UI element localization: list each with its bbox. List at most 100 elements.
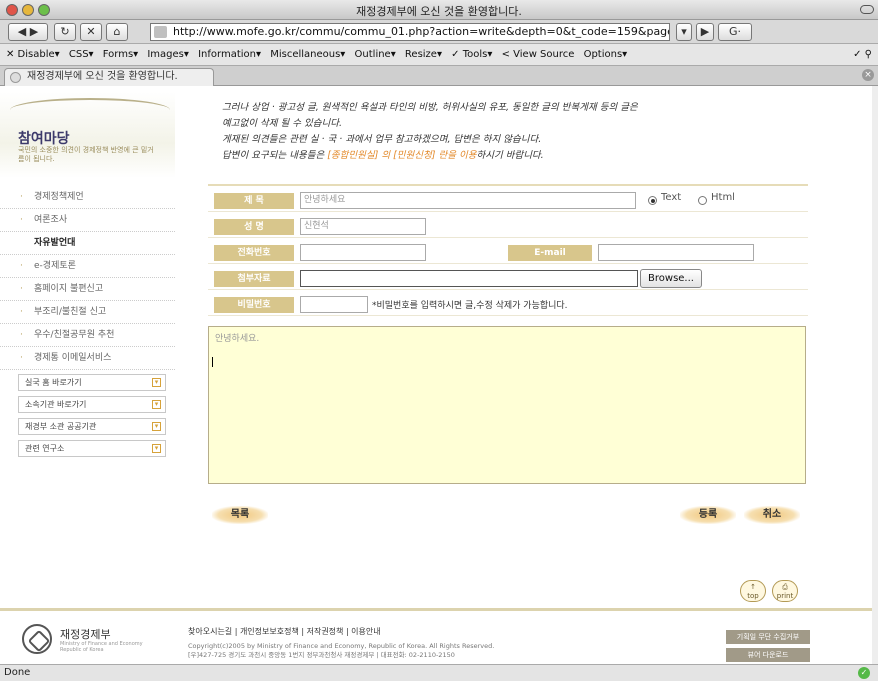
sidebar-title: 참여마당 xyxy=(18,131,70,147)
sidebar: 참여마당 국민의 소중한 의견이 경제정책 반영에 큰 밑거름이 됩니다. 경제… xyxy=(0,86,175,664)
list-button[interactable]: 목록 xyxy=(212,506,268,524)
email-input[interactable] xyxy=(598,244,754,261)
secure-check-icon: ✓ xyxy=(858,667,870,679)
address-text: http://www.mofe.go.kr/commu/commu_01.php… xyxy=(173,25,670,38)
attachment-input[interactable] xyxy=(300,270,638,287)
home-icon[interactable]: ⌂ xyxy=(106,23,128,41)
contact-row: 전화번호 E-mail xyxy=(208,242,808,264)
notice-link[interactable]: [종합민원실] 의 [민원신청] 란을 이용 xyxy=(327,150,476,161)
web-page: 참여마당 국민의 소중한 의견이 경제정책 반영에 큰 밑거름이 됩니다. 경제… xyxy=(0,86,878,664)
quick-link-research-institutes[interactable]: 관련 연구소 ▾ xyxy=(18,440,166,457)
dev-outline-menu[interactable]: Outline▾ xyxy=(355,49,396,60)
footer-org-name: 재정경제부 xyxy=(60,628,111,641)
notice-line-1: 그러나 상업 · 광고성 글, 원색적인 욕설과 타인의 비방, 허위사실의 유… xyxy=(222,102,638,113)
header-arc-decoration xyxy=(10,98,170,122)
top-button[interactable]: ↑ top xyxy=(740,580,766,602)
toolbar-toggle-button[interactable] xyxy=(860,5,874,14)
go-icon[interactable]: ▶ xyxy=(696,23,714,41)
phone-input[interactable] xyxy=(300,244,426,261)
back-forward-buttons[interactable]: ◀ ▶ xyxy=(8,23,48,41)
dev-tools-menu[interactable]: ✓ Tools▾ xyxy=(451,49,492,60)
web-developer-toolbar: ✕ Disable▾ CSS▾ Forms▾ Images▾ Informati… xyxy=(0,44,878,66)
dev-resize-menu[interactable]: Resize▾ xyxy=(405,49,442,60)
print-button[interactable]: ⎙ print xyxy=(772,580,798,602)
body-text: 안녕하세요. xyxy=(215,334,260,344)
sidebar-item-e-forum[interactable]: e-경제토론 xyxy=(0,255,175,278)
format-html-label: Html xyxy=(711,192,735,203)
footer-links[interactable]: 찾아오시는길 | 개인정보보호정책 | 저작권정책 | 이용안내 xyxy=(188,626,381,637)
sidebar-item-free-board[interactable]: 자유발언대 xyxy=(0,232,175,255)
site-favicon-icon xyxy=(154,26,167,38)
password-input[interactable] xyxy=(300,296,368,313)
status-bar: Done ✓ xyxy=(0,664,878,681)
window-title: 재정경제부에 오신 것을 환영합니다. xyxy=(356,5,522,18)
footer-copyright: Copyright(c)2005 by Ministry of Finance … xyxy=(188,642,495,659)
email-label: E-mail xyxy=(508,245,592,261)
tab-bar: 재정경제부에 오신 것을 환영합니다. × xyxy=(0,66,878,86)
body-textarea[interactable]: 안녕하세요. xyxy=(208,326,806,484)
navigation-toolbar: ◀ ▶ ↻ ✕ ⌂ http://www.mofe.go.kr/commu/co… xyxy=(0,20,878,44)
quick-link-departments[interactable]: 실국 홈 바로가기 ▾ xyxy=(18,374,166,391)
sidebar-header: 참여마당 국민의 소중한 의견이 경제정책 반영에 큰 밑거름이 됩니다. xyxy=(0,92,175,178)
format-html-radio[interactable] xyxy=(698,196,707,205)
title-bar: 재정경제부에 오신 것을 환영합니다. xyxy=(0,0,878,20)
tab-label: 재정경제부에 오신 것을 환영합니다. xyxy=(27,71,178,82)
dev-status-icons: ✓ ⚲ xyxy=(853,49,872,60)
sidebar-item-survey[interactable]: 여론조사 xyxy=(0,209,175,232)
name-row: 성 명 신현석 xyxy=(208,216,808,238)
viewer-download-button[interactable]: 뷰어 다운로드 xyxy=(726,648,810,662)
notice-line-3: 게재된 의견들은 관련 실 · 국 · 과에서 업무 참고하겠으며, 답변은 하… xyxy=(222,134,542,145)
name-label: 성 명 xyxy=(214,219,294,235)
register-button[interactable]: 등록 xyxy=(680,506,736,524)
sidebar-item-official-recommend[interactable]: 우수/친절공무원 추천 xyxy=(0,324,175,347)
sidebar-subtitle: 국민의 소중한 의견이 경제정책 반영에 큰 밑거름이 됩니다. xyxy=(18,146,154,163)
address-bar[interactable]: http://www.mofe.go.kr/commu/commu_01.php… xyxy=(150,23,670,41)
address-dropdown-icon[interactable]: ▾ xyxy=(676,23,692,41)
reload-icon[interactable]: ↻ xyxy=(54,23,76,41)
dev-view-source-menu[interactable]: < View Source xyxy=(502,49,575,60)
notice-line-2: 예고없이 삭제 될 수 있습니다. xyxy=(222,118,342,129)
dev-css-menu[interactable]: CSS▾ xyxy=(69,49,94,60)
sidebar-item-site-report[interactable]: 홈페이지 불편신고 xyxy=(0,278,175,301)
status-text: Done xyxy=(4,667,31,678)
email-collection-refusal-button[interactable]: 기획일 무단 수집거부 xyxy=(726,630,810,644)
tab-favicon-icon xyxy=(10,72,21,83)
posting-notice: 그러나 상업 · 광고성 글, 원색적인 욕설과 타인의 비방, 허위사실의 유… xyxy=(222,100,742,164)
sidebar-item-policy-proposal[interactable]: 경제정책제언 xyxy=(0,186,175,209)
browse-button[interactable]: Browse... xyxy=(640,269,702,288)
password-row: 비밀번호 *비밀번호를 입력하시면 글,수정 삭제가 가능합니다. xyxy=(208,294,808,316)
sidebar-item-email-service[interactable]: 경제통 이메일서비스 xyxy=(0,347,175,370)
name-input[interactable]: 신현석 xyxy=(300,218,426,235)
dev-miscellaneous-menu[interactable]: Miscellaneous▾ xyxy=(270,49,345,60)
dev-information-menu[interactable]: Information▾ xyxy=(198,49,261,60)
footer-logo: 재정경제부 Ministry of Finance and Economy Re… xyxy=(22,624,162,664)
page-scrollbar[interactable] xyxy=(872,86,878,664)
expand-icon: ▾ xyxy=(152,400,161,409)
cancel-button[interactable]: 취소 xyxy=(744,506,800,524)
phone-label: 전화번호 xyxy=(214,245,294,261)
format-text-radio[interactable] xyxy=(648,196,657,205)
sidebar-menu: 경제정책제언 여론조사 자유발언대 e-경제토론 홈페이지 불편신고 부조리/불… xyxy=(0,186,175,370)
dev-forms-menu[interactable]: Forms▾ xyxy=(103,49,138,60)
ministry-seal-icon xyxy=(22,624,52,654)
stop-icon[interactable]: ✕ xyxy=(80,23,102,41)
attachment-label: 첨부자료 xyxy=(214,271,294,287)
format-text-label: Text xyxy=(661,192,682,203)
subject-label: 제 목 xyxy=(214,193,294,209)
quick-link-public-institutions[interactable]: 재경부 소관 공공기관 ▾ xyxy=(18,418,166,435)
sidebar-item-corruption-report[interactable]: 부조리/불친절 신고 xyxy=(0,301,175,324)
password-hint: *비밀번호를 입력하시면 글,수정 삭제가 가능합니다. xyxy=(372,301,568,311)
dev-disable-menu[interactable]: ✕ Disable▾ xyxy=(6,49,60,60)
close-tab-icon[interactable]: × xyxy=(862,69,874,81)
expand-icon: ▾ xyxy=(152,422,161,431)
dev-images-menu[interactable]: Images▾ xyxy=(147,49,189,60)
browser-tab[interactable]: 재정경제부에 오신 것을 환영합니다. xyxy=(4,68,214,86)
attachment-row: 첨부자료 Browse... xyxy=(208,268,808,290)
subject-row: 제 목 안녕하세요 Text Html xyxy=(208,190,808,212)
quick-link-agencies[interactable]: 소속기관 바로가기 ▾ xyxy=(18,396,166,413)
subject-input[interactable]: 안녕하세요 xyxy=(300,192,636,209)
footer-divider xyxy=(0,608,872,611)
search-engine-button[interactable]: G· xyxy=(718,23,752,41)
dev-options-menu[interactable]: Options▾ xyxy=(584,49,628,60)
expand-icon: ▾ xyxy=(152,444,161,453)
